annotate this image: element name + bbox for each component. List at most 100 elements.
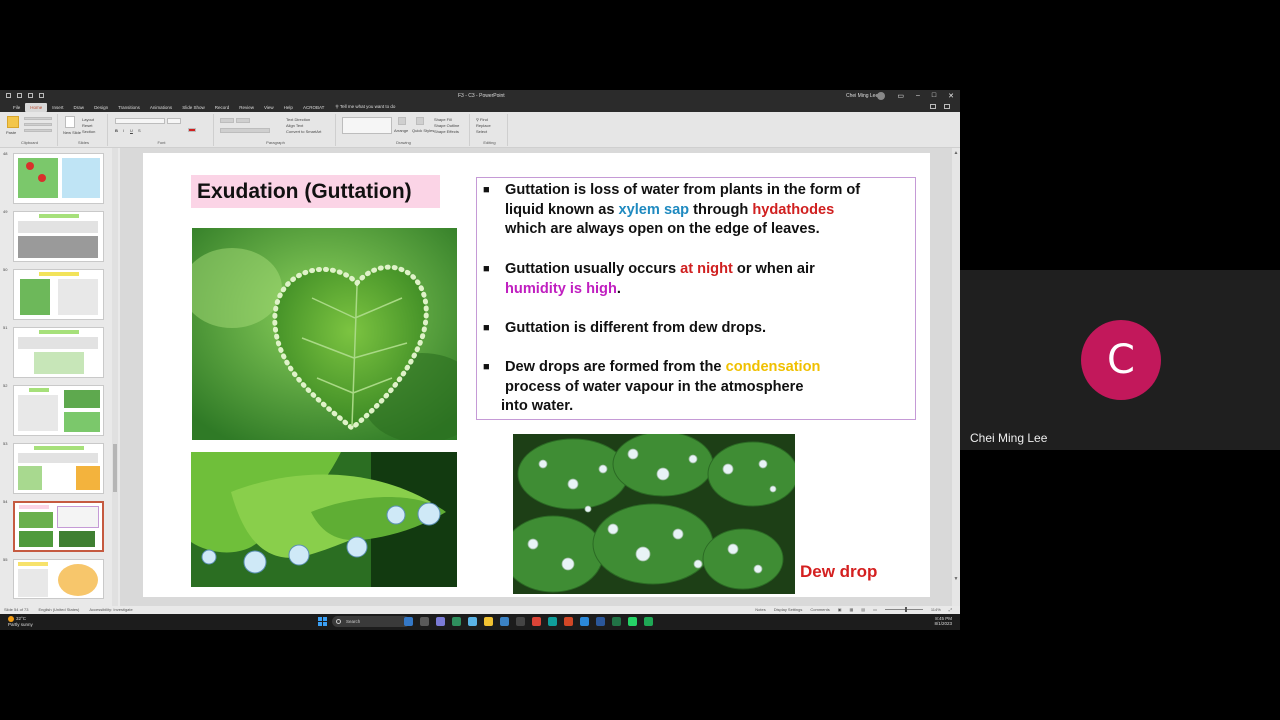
- start-slideshow-icon[interactable]: [39, 93, 44, 98]
- account-name[interactable]: Chei Ming Lee: [846, 93, 878, 99]
- wechat-icon[interactable]: [628, 617, 637, 626]
- reset-button[interactable]: Reset: [82, 123, 92, 128]
- telegram-icon[interactable]: [580, 617, 589, 626]
- media-icon[interactable]: [516, 617, 525, 626]
- find-button[interactable]: ⚲ Find: [476, 117, 488, 122]
- slide-thumbnail-54-selected[interactable]: [13, 501, 104, 552]
- fit-to-window-icon[interactable]: ⤢: [949, 607, 952, 612]
- tab-view[interactable]: View: [259, 103, 279, 112]
- app-icon[interactable]: [500, 617, 509, 626]
- new-slide-icon[interactable]: [65, 116, 75, 128]
- tab-help[interactable]: Help: [279, 103, 298, 112]
- select-button[interactable]: Select: [476, 129, 487, 134]
- current-slide[interactable]: Exudation (Guttation) ■ Guttation is los…: [143, 153, 930, 597]
- teams-icon[interactable]: [436, 617, 445, 626]
- slide-thumbnail-51[interactable]: [13, 327, 104, 378]
- app-icon[interactable]: [468, 617, 477, 626]
- slide-title[interactable]: Exudation (Guttation): [191, 175, 440, 208]
- replace-button[interactable]: Replace: [476, 123, 491, 128]
- participant-tile[interactable]: C Chei Ming Lee: [960, 270, 1280, 450]
- excel-icon[interactable]: [612, 617, 621, 626]
- ribbon-display-icon[interactable]: ▭: [897, 92, 904, 100]
- normal-view-icon[interactable]: ▣: [838, 607, 842, 612]
- leaf-drops-photo[interactable]: [191, 452, 457, 587]
- word-icon[interactable]: [596, 617, 605, 626]
- display-settings-button[interactable]: Display Settings: [774, 607, 803, 612]
- undo-icon[interactable]: [17, 93, 22, 98]
- shape-effects-button[interactable]: Shape Effects: [434, 129, 459, 134]
- save-icon[interactable]: [6, 93, 11, 98]
- paste-icon[interactable]: [7, 116, 19, 128]
- comments-icon[interactable]: [930, 104, 936, 109]
- font-size-box[interactable]: [167, 118, 181, 124]
- guttation-leaf-photo[interactable]: [192, 228, 457, 440]
- whatsapp-icon[interactable]: [644, 617, 653, 626]
- zoom-slider[interactable]: [884, 607, 923, 612]
- zoom-level[interactable]: 114%: [931, 607, 941, 612]
- arrange-icon[interactable]: [398, 117, 406, 125]
- scroll-up-icon[interactable]: ▲: [953, 150, 959, 156]
- reading-view-icon[interactable]: ▤: [861, 607, 865, 612]
- slide-thumbnail-53[interactable]: [13, 443, 104, 494]
- system-clock[interactable]: 8:45 PM 8/1/2023: [934, 616, 952, 626]
- font-name-box[interactable]: [115, 118, 165, 124]
- file-explorer-icon[interactable]: [484, 617, 493, 626]
- section-button[interactable]: Section: [82, 129, 95, 134]
- account-avatar[interactable]: [877, 92, 885, 100]
- slide-thumbnail-52[interactable]: [13, 385, 104, 436]
- powerpoint-icon[interactable]: [564, 617, 573, 626]
- close-icon[interactable]: ✕: [948, 92, 954, 100]
- slide-thumbnail-55[interactable]: [13, 559, 104, 599]
- maximize-icon[interactable]: □: [932, 92, 936, 100]
- format-painter-button[interactable]: [24, 129, 52, 132]
- minimize-icon[interactable]: –: [916, 92, 920, 100]
- alignment-icons[interactable]: [220, 128, 270, 133]
- redo-icon[interactable]: [28, 93, 33, 98]
- chrome-icon[interactable]: [532, 617, 541, 626]
- comments-button[interactable]: Comments: [810, 607, 829, 612]
- cut-button[interactable]: [24, 117, 52, 120]
- slideshow-view-icon[interactable]: ▭: [873, 607, 877, 612]
- weather-widget[interactable]: 32°C Partly sunny: [8, 616, 33, 627]
- slide-thumbnail-50[interactable]: [13, 269, 104, 320]
- tab-slide-show[interactable]: Slide Show: [177, 103, 210, 112]
- convert-smartart-button[interactable]: Convert to SmartArt: [286, 129, 321, 134]
- font-color-icon[interactable]: [188, 128, 196, 132]
- italic-icon[interactable]: I: [123, 128, 124, 133]
- underline-icon[interactable]: U: [130, 128, 133, 133]
- shapes-gallery[interactable]: [342, 117, 392, 134]
- strikethrough-icon[interactable]: S: [138, 128, 141, 133]
- slide-thumbnail-48[interactable]: [13, 153, 104, 204]
- edge-icon[interactable]: [548, 617, 557, 626]
- tab-insert[interactable]: Insert: [47, 103, 68, 112]
- bold-icon[interactable]: B: [115, 128, 118, 133]
- dew-drop-photo[interactable]: [513, 434, 795, 594]
- tab-design[interactable]: Design: [89, 103, 113, 112]
- bullets-icon[interactable]: [220, 118, 234, 123]
- tab-file[interactable]: File: [8, 103, 25, 112]
- share-icon[interactable]: [944, 104, 950, 109]
- zoom-slider-thumb[interactable]: [904, 607, 907, 612]
- tab-record[interactable]: Record: [210, 103, 235, 112]
- shape-fill-button[interactable]: Shape Fill: [434, 117, 452, 122]
- scrollbar-handle[interactable]: [113, 444, 117, 492]
- notes-button[interactable]: Notes: [755, 607, 765, 612]
- align-text-button[interactable]: Align Text: [286, 123, 303, 128]
- tab-draw[interactable]: Draw: [69, 103, 90, 112]
- slide-sorter-icon[interactable]: ▦: [850, 607, 854, 612]
- bullet-text-box[interactable]: ■ Guttation is loss of water from plants…: [476, 177, 916, 420]
- accessibility-checker[interactable]: Accessibility: Investigate: [89, 607, 132, 612]
- tell-me-search[interactable]: ⚲ Tell me what you want to do: [335, 104, 395, 110]
- editing-scrollbar[interactable]: ▲ ▼: [952, 148, 960, 606]
- taskbar-search[interactable]: Search: [332, 616, 410, 627]
- scroll-down-icon[interactable]: ▼: [953, 576, 959, 582]
- tab-home[interactable]: Home: [25, 102, 48, 112]
- numbering-icon[interactable]: [236, 118, 250, 123]
- tab-transitions[interactable]: Transitions: [113, 103, 145, 112]
- tab-acrobat[interactable]: ACROBAT: [298, 103, 329, 112]
- slide-thumbnail-49[interactable]: [13, 211, 104, 262]
- shape-outline-button[interactable]: Shape Outline: [434, 123, 459, 128]
- copy-button[interactable]: [24, 123, 52, 126]
- language-indicator[interactable]: English (United States): [38, 607, 79, 612]
- tab-animations[interactable]: Animations: [145, 103, 177, 112]
